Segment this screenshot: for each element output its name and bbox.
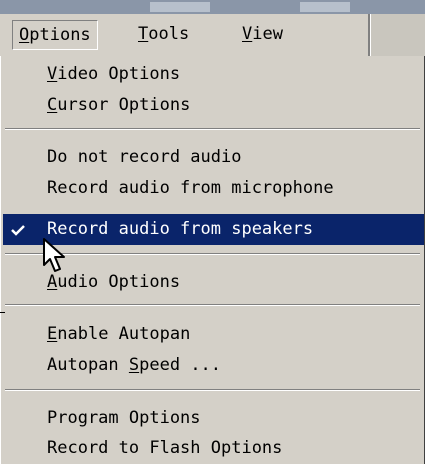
menu-item-record-to-flash-options[interactable]: Record to Flash Options (3, 433, 424, 464)
menu-tools[interactable]: Tools (132, 20, 195, 48)
menu-options[interactable]: Options (12, 20, 98, 50)
window-titlebar-strip (0, 0, 425, 14)
checkmark-icon (11, 225, 25, 236)
menu-item-video-options[interactable]: Video Options (3, 59, 424, 90)
menu-item-record-audio-microphone[interactable]: Record audio from microphone (3, 173, 424, 204)
window-edge-tick (0, 312, 5, 313)
menu-item-program-options[interactable]: Program Options (3, 403, 424, 434)
menu-separator (5, 253, 420, 255)
menu-item-do-not-record-audio[interactable]: Do not record audio (3, 142, 424, 173)
menu-item-cursor-options[interactable]: Cursor Options (3, 90, 424, 121)
menu-separator (5, 389, 420, 391)
menu-separator (5, 304, 420, 306)
menu-separator (5, 128, 420, 130)
toolbar-area (368, 14, 425, 56)
menu-item-record-audio-speakers[interactable]: Record audio from speakers (3, 214, 424, 245)
titlebar-segment (150, 2, 210, 12)
menu-item-enable-autopan[interactable]: Enable Autopan (3, 319, 424, 350)
menu-item-audio-options[interactable]: Audio Options (3, 267, 424, 298)
menu-item-autopan-speed[interactable]: Autopan Speed ... (3, 350, 424, 381)
menu-view[interactable]: View (236, 20, 289, 48)
options-dropdown-menu: Video Options Cursor Options Do not reco… (0, 56, 425, 464)
titlebar-segment (300, 2, 350, 12)
